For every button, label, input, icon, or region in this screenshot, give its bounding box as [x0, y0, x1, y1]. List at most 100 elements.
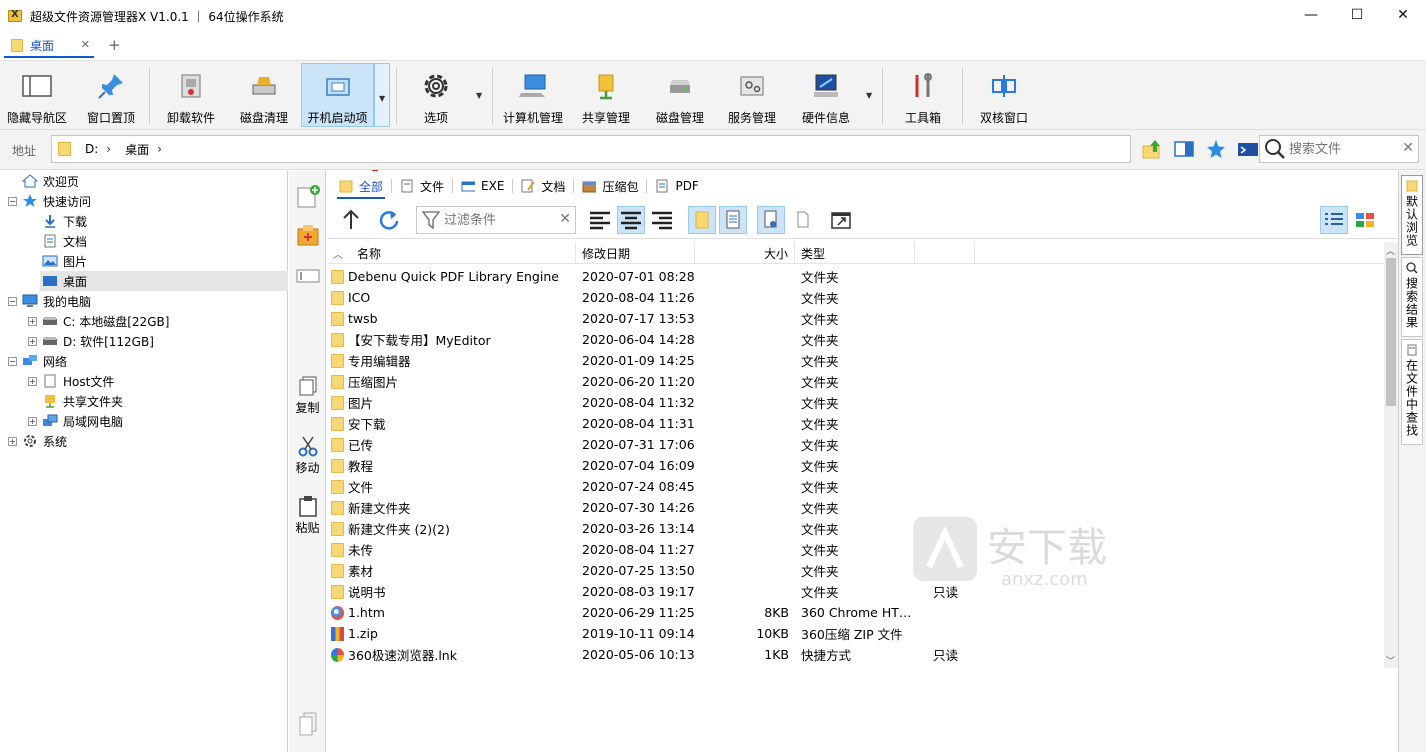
column-type[interactable]: 类型	[795, 242, 915, 264]
copy-button[interactable]: 复制	[291, 375, 324, 416]
duplicate-button[interactable]	[291, 711, 324, 737]
file-row[interactable]: 1.zip 2019-10-11 09:14 10KB 360压缩 ZIP 文件	[327, 623, 1384, 644]
tab-pdf[interactable]: PDF	[647, 171, 706, 201]
file-row[interactable]: 未传 2020-08-04 11:27 文件夹	[327, 539, 1384, 560]
tab-exe[interactable]: EXE	[453, 171, 512, 201]
scroll-up-icon[interactable]: ︿	[1386, 244, 1395, 257]
collapse-icon[interactable]: −	[8, 297, 17, 306]
column-date[interactable]: 修改日期	[576, 242, 695, 264]
collapse-icon[interactable]: −	[8, 357, 17, 366]
expand-icon[interactable]: +	[28, 337, 37, 346]
preview-button[interactable]	[757, 206, 785, 234]
nav-welcome[interactable]: 欢迎页	[22, 171, 79, 191]
align-center-button[interactable]	[617, 206, 645, 234]
go-up-folder-icon[interactable]	[1140, 137, 1164, 161]
nav-shared-folder[interactable]: 共享文件夹	[42, 391, 123, 411]
tab-default-browse[interactable]: 默认浏览	[1401, 175, 1423, 255]
expand-icon[interactable]: +	[8, 437, 17, 446]
paste-button[interactable]: 粘贴	[291, 495, 324, 536]
hidden-files-button[interactable]	[789, 206, 817, 234]
search-field[interactable]: ✕	[1259, 135, 1419, 163]
add-tab-button[interactable]: +	[108, 36, 121, 54]
thumbnail-view-button[interactable]	[1351, 206, 1379, 234]
options-button[interactable]: 选项	[410, 63, 462, 127]
file-row[interactable]: 【安下载专用】MyEditor 2020-06-04 14:28 文件夹	[327, 329, 1384, 350]
column-name[interactable]: ︿ 名称	[327, 242, 576, 264]
uninstall-button[interactable]: 卸载软件	[160, 63, 222, 127]
dual-window-button[interactable]: 双核窗口	[976, 63, 1032, 127]
service-management-button[interactable]: 服务管理	[724, 63, 780, 127]
tab-find-in-files[interactable]: 在文件中查找	[1401, 339, 1423, 445]
expand-icon[interactable]: +	[28, 377, 37, 386]
hide-nav-button[interactable]: 隐藏导航区	[4, 63, 70, 127]
favorite-star-icon[interactable]	[1204, 137, 1228, 161]
filter-field[interactable]: ✕	[416, 206, 576, 234]
vertical-scrollbar[interactable]: ︿ ﹀	[1384, 242, 1398, 668]
file-row[interactable]: 压缩图片 2020-06-20 11:20 文件夹	[327, 371, 1384, 392]
tab-desktop[interactable]: 桌面 ✕	[4, 34, 94, 58]
details-view-button[interactable]	[1320, 206, 1348, 234]
open-new-window-button[interactable]	[827, 206, 855, 234]
search-input[interactable]	[1289, 141, 1397, 157]
tab-close-icon[interactable]: ✕	[81, 38, 90, 51]
file-row[interactable]: 新建文件夹 (2)(2) 2020-03-26 13:14 文件夹	[327, 518, 1384, 539]
nav-system[interactable]: 系统	[22, 431, 67, 451]
pin-window-button[interactable]: 窗口置顶	[82, 63, 140, 127]
minimize-button[interactable]: —	[1288, 0, 1334, 30]
file-row[interactable]: 教程 2020-07-04 16:09 文件夹	[327, 455, 1384, 476]
nav-host-file[interactable]: Host文件	[42, 371, 114, 391]
nav-lan-computers[interactable]: 局域网电脑	[42, 411, 123, 431]
expand-icon[interactable]: +	[28, 417, 37, 426]
scrollbar-thumb[interactable]	[1386, 258, 1396, 406]
column-size[interactable]: 大小	[695, 242, 795, 264]
startup-dropdown[interactable]: ▼	[374, 63, 390, 127]
file-row[interactable]: 1.htm 2020-06-29 11:25 8KB 360 Chrome HT…	[327, 602, 1384, 623]
computer-management-button[interactable]: 计算机管理	[500, 63, 566, 127]
up-button[interactable]	[337, 206, 365, 234]
close-button[interactable]: ✕	[1380, 0, 1426, 30]
file-row[interactable]: 图片 2020-08-04 11:32 文件夹	[327, 392, 1384, 413]
clear-filter-icon[interactable]: ✕	[559, 211, 571, 227]
file-row[interactable]: 素材 2020-07-25 13:50 文件夹	[327, 560, 1384, 581]
nav-documents[interactable]: 文档	[42, 231, 87, 251]
toolbox-button[interactable]: 工具箱	[896, 63, 950, 127]
chevron-right-icon[interactable]: ›	[106, 142, 111, 156]
nav-quick-access[interactable]: 快速访问	[22, 191, 91, 211]
split-view-icon[interactable]	[1172, 137, 1196, 161]
startup-items-button[interactable]: 开机启动项	[301, 63, 374, 127]
file-row[interactable]: 文件 2020-07-24 08:45 文件夹	[327, 476, 1384, 497]
file-row[interactable]: twsb 2020-07-17 13:53 文件夹	[327, 308, 1384, 329]
align-left-button[interactable]	[586, 206, 614, 234]
file-row[interactable]: 新建文件夹 2020-07-30 14:26 文件夹	[327, 497, 1384, 518]
nav-network[interactable]: 网络	[22, 351, 67, 371]
tab-all[interactable]: 全部	[331, 171, 391, 201]
align-right-button[interactable]	[648, 206, 676, 234]
address-input[interactable]: D: › 桌面 ›	[51, 135, 1131, 163]
expand-icon[interactable]: +	[28, 317, 37, 326]
collapse-icon[interactable]: −	[8, 197, 17, 206]
clear-search-icon[interactable]: ✕	[1402, 140, 1414, 156]
terminal-icon[interactable]	[1236, 137, 1260, 161]
file-row[interactable]: Debenu Quick PDF Library Engine 2020-07-0…	[327, 266, 1384, 287]
nav-drive-c[interactable]: C: 本地磁盘[22GB]	[42, 311, 169, 331]
new-folder-button[interactable]	[291, 183, 324, 209]
nav-downloads[interactable]: 下载	[42, 211, 87, 231]
nav-drive-d[interactable]: D: 软件[112GB]	[42, 331, 154, 351]
file-row[interactable]: 已传 2020-07-31 17:06 文件夹	[327, 434, 1384, 455]
options-dropdown-icon[interactable]: ▼	[476, 91, 482, 100]
new-package-button[interactable]	[291, 223, 324, 249]
show-files-button[interactable]	[719, 206, 747, 234]
column-attributes[interactable]	[915, 242, 975, 264]
disk-management-button[interactable]: 磁盘管理	[651, 63, 709, 127]
hardware-dropdown-icon[interactable]: ▼	[866, 91, 872, 100]
maximize-button[interactable]: ☐	[1334, 0, 1380, 30]
file-row[interactable]: ICO 2020-08-04 11:26 文件夹	[327, 287, 1384, 308]
show-folders-button[interactable]	[688, 206, 716, 234]
filter-input[interactable]	[444, 212, 554, 228]
breadcrumb-drive[interactable]: D:	[85, 142, 98, 156]
nav-desktop[interactable]: 桌面	[40, 271, 288, 291]
hardware-info-button[interactable]: 硬件信息	[798, 63, 854, 127]
file-row[interactable]: 说明书 2020-08-03 19:17 文件夹 只读	[327, 581, 1384, 602]
chevron-right-icon[interactable]: ›	[157, 142, 162, 156]
file-row[interactable]: 360极速浏览器.lnk 2020-05-06 10:13 1KB 快捷方式 只读	[327, 644, 1384, 665]
